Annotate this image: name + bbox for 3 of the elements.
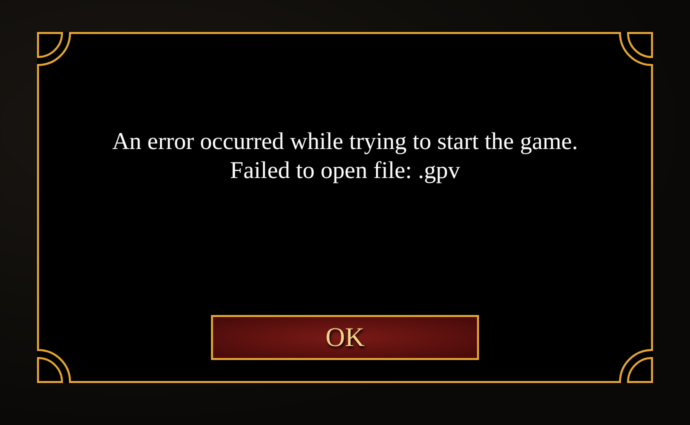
error-message: Failed to open file: .gpv: [229, 156, 461, 185]
error-message: An error occurred while trying to start the game.: [111, 128, 579, 156]
ok-button[interactable]: OK: [211, 315, 479, 360]
